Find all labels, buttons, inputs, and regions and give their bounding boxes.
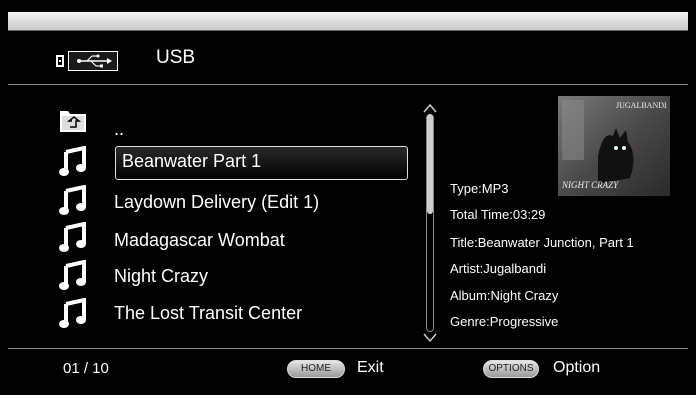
home-key-badge[interactable]: HOME <box>287 360 345 378</box>
scroll-up-icon[interactable] <box>423 102 437 114</box>
usb-icon <box>56 51 118 71</box>
info-genre: Genre:Progressive <box>450 314 559 329</box>
list-item-label: .. <box>114 119 125 139</box>
options-key-badge[interactable]: OPTIONS <box>483 360 539 378</box>
list-item-label: The Lost Transit Center <box>114 303 303 323</box>
info-total-time: Total Time:03:29 <box>450 207 546 222</box>
page-counter: 01 / 10 <box>63 360 109 377</box>
album-art-title-text: NIGHT CRAZY <box>562 180 619 190</box>
music-note-icon <box>58 221 88 252</box>
album-art: JUGALBANDI NIGHT CRAZY <box>558 96 670 196</box>
info-title: Title:Beanwater Junction, Part 1 <box>450 235 634 250</box>
list-item[interactable]: Madagascar Wombat <box>110 224 410 258</box>
music-note-icon <box>58 297 88 328</box>
list-item[interactable]: Night Crazy <box>110 260 410 294</box>
usb-frame <box>68 51 118 71</box>
music-note-icon <box>58 145 88 176</box>
info-album: Album:Night Crazy <box>450 288 559 303</box>
list-item-label: Night Crazy <box>114 266 209 286</box>
list-item-parent[interactable]: .. <box>110 113 410 147</box>
option-label[interactable]: Option <box>553 359 600 377</box>
list-item[interactable]: Laydown Delivery (Edit 1) <box>110 186 410 220</box>
list-item[interactable]: The Lost Transit Center <box>110 297 410 331</box>
list-item-label: Beanwater Part 1 <box>122 151 262 171</box>
album-art-artist-text: JUGALBANDI <box>616 101 667 110</box>
list-item-label: Madagascar Wombat <box>114 230 285 250</box>
exit-label[interactable]: Exit <box>357 359 384 377</box>
list-item-selected[interactable]: Beanwater Part 1 <box>115 146 408 180</box>
folder-up-icon <box>58 108 88 138</box>
usb-device-icon <box>56 55 64 67</box>
usb-symbol-icon <box>77 54 112 68</box>
music-note-icon <box>58 184 88 215</box>
info-type: Type:MP3 <box>450 181 509 196</box>
info-artist: Artist:Jugalbandi <box>450 261 547 276</box>
scroll-down-icon[interactable] <box>423 332 437 344</box>
footer-bar: 01 / 10 HOME Exit OPTIONS Option <box>8 349 688 388</box>
scrollbar-thumb[interactable] <box>427 114 433 214</box>
list-item-label: Laydown Delivery (Edit 1) <box>114 192 320 212</box>
music-note-icon <box>58 259 88 290</box>
header-title: USB <box>156 47 196 68</box>
header-bar: USB <box>8 31 688 83</box>
